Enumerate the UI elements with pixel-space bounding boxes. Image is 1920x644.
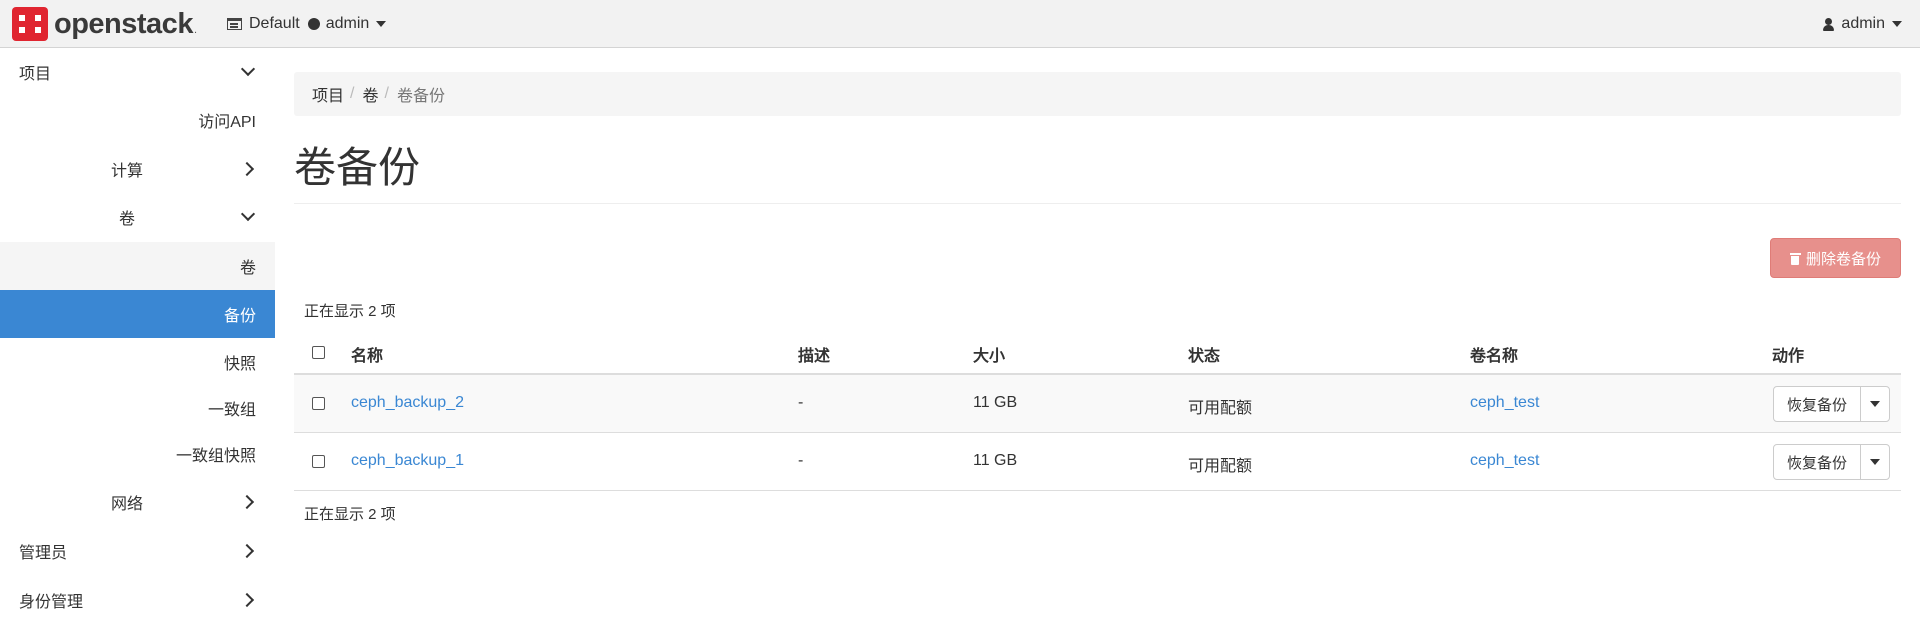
sidebar-item-label: 计算	[111, 163, 144, 180]
actions-dropdown-toggle[interactable]	[1861, 445, 1889, 479]
chevron-right-icon	[239, 592, 255, 608]
project-picker[interactable]: Default admin	[227, 12, 387, 36]
sidebar-item-label: 卷	[119, 211, 136, 228]
project-dot-icon	[307, 18, 320, 30]
delete-backups-button[interactable]: 删除卷备份	[1770, 238, 1901, 278]
chevron-down-icon	[240, 61, 256, 77]
table-row: ceph_backup_2 - 11 GB 可用配额 ceph_test 恢复备…	[294, 375, 1901, 433]
column-header-actions: 动作	[1772, 348, 1805, 365]
row-checkbox[interactable]	[312, 455, 325, 468]
domain-label: Default	[249, 15, 300, 32]
column-header-status[interactable]: 状态	[1188, 342, 1220, 366]
breadcrumb: 项目 / 卷 / 卷备份	[294, 72, 1901, 116]
user-label: admin	[1841, 15, 1885, 32]
delete-backups-label: 删除卷备份	[1805, 250, 1881, 268]
sidebar-item-label: 管理员	[19, 545, 68, 562]
domain-icon	[227, 18, 242, 30]
row-actions: 恢复备份	[1773, 386, 1890, 422]
sidebar-item-label: 访问API	[198, 114, 256, 131]
trash-icon	[1789, 252, 1801, 265]
backup-name-link[interactable]: ceph_backup_1	[351, 452, 464, 470]
select-all-checkbox[interactable]	[312, 346, 325, 359]
project-label: admin	[325, 15, 370, 32]
table-row: ceph_backup_1 - 11 GB 可用配额 ceph_test 恢复备…	[294, 433, 1901, 491]
chevron-down-icon	[240, 206, 256, 222]
column-header-volume-name[interactable]: 卷名称	[1470, 342, 1518, 366]
chevron-down-icon	[1892, 21, 1902, 27]
chevron-down-icon	[376, 21, 387, 27]
sidebar-item-label: 项目	[19, 66, 52, 83]
sidebar-item-compute[interactable]: 计算	[0, 145, 275, 193]
backup-status: 可用配额	[1188, 458, 1253, 475]
sidebar-item-backups[interactable]: 备份	[0, 290, 275, 338]
sidebar-item-network[interactable]: 网络	[0, 478, 275, 526]
backup-description: -	[798, 394, 804, 411]
chevron-down-icon	[1870, 401, 1880, 407]
sidebar-item-api-access[interactable]: 访问API	[0, 96, 275, 144]
sidebar: 项目 访问API 计算 卷 卷 备份 快照 一致组 一致组快照 网络 管理员 身…	[0, 48, 275, 644]
backup-description: -	[798, 452, 804, 469]
sidebar-item-snapshots[interactable]: 快照	[0, 338, 275, 386]
sidebar-item-identity[interactable]: 身份管理	[0, 576, 275, 624]
sidebar-item-volumes[interactable]: 卷	[0, 242, 275, 290]
breadcrumb-item-current: 卷备份	[396, 88, 445, 105]
breadcrumb-item-project[interactable]: 项目	[312, 82, 344, 106]
openstack-logo-icon	[12, 7, 48, 41]
item-count-bottom: 正在显示 2 项	[304, 506, 396, 523]
backup-name-link[interactable]: ceph_backup_2	[351, 394, 464, 412]
logo-suffix: .	[193, 24, 198, 36]
title-divider	[294, 203, 1901, 204]
restore-backup-button[interactable]: 恢复备份	[1774, 387, 1861, 421]
openstack-logo[interactable]: openstack .	[12, 7, 197, 41]
logo-text: openstack	[54, 7, 193, 40]
actions-dropdown-toggle[interactable]	[1861, 387, 1889, 421]
column-header-description[interactable]: 描述	[798, 342, 830, 366]
breadcrumb-item-volumes[interactable]: 卷	[362, 82, 378, 106]
chevron-down-icon	[1870, 459, 1880, 465]
sidebar-item-label: 一致组快照	[175, 448, 256, 465]
volume-name-link[interactable]: ceph_test	[1470, 452, 1539, 470]
breadcrumb-separator: /	[384, 85, 389, 102]
volume-name-link[interactable]: ceph_test	[1470, 394, 1539, 412]
chevron-right-icon	[239, 161, 255, 177]
sidebar-item-label: 卷	[239, 260, 256, 277]
chevron-right-icon	[239, 494, 255, 510]
sidebar-item-project[interactable]: 项目	[0, 48, 275, 96]
sidebar-item-cg-snapshots[interactable]: 一致组快照	[0, 430, 275, 478]
restore-backup-button[interactable]: 恢复备份	[1774, 445, 1861, 479]
item-count-top: 正在显示 2 项	[304, 303, 396, 320]
sidebar-item-label: 备份	[223, 308, 256, 325]
page-title: 卷备份	[294, 144, 421, 191]
column-header-name[interactable]: 名称	[351, 342, 383, 366]
backup-status: 可用配额	[1188, 400, 1253, 417]
breadcrumb-separator: /	[350, 85, 355, 102]
sidebar-item-label: 网络	[111, 496, 144, 513]
sidebar-item-volumes-group[interactable]: 卷	[0, 193, 275, 241]
backup-size: 11 GB	[973, 394, 1018, 411]
table-header: 名称 描述 大小 状态 卷名称 动作	[294, 330, 1901, 375]
sidebar-item-label: 身份管理	[19, 594, 84, 611]
sidebar-item-admin[interactable]: 管理员	[0, 527, 275, 575]
sidebar-item-consistency-groups[interactable]: 一致组	[0, 384, 275, 432]
chevron-right-icon	[239, 543, 255, 559]
sidebar-item-label: 一致组	[207, 402, 256, 419]
row-actions: 恢复备份	[1773, 444, 1890, 480]
user-menu[interactable]: admin	[1823, 12, 1902, 36]
top-navbar: openstack . Default admin admin	[0, 0, 1920, 48]
backup-size: 11 GB	[973, 452, 1018, 469]
sidebar-item-label: 快照	[223, 356, 256, 373]
row-checkbox[interactable]	[312, 397, 325, 410]
column-header-size[interactable]: 大小	[973, 342, 1005, 366]
user-icon	[1823, 17, 1835, 31]
